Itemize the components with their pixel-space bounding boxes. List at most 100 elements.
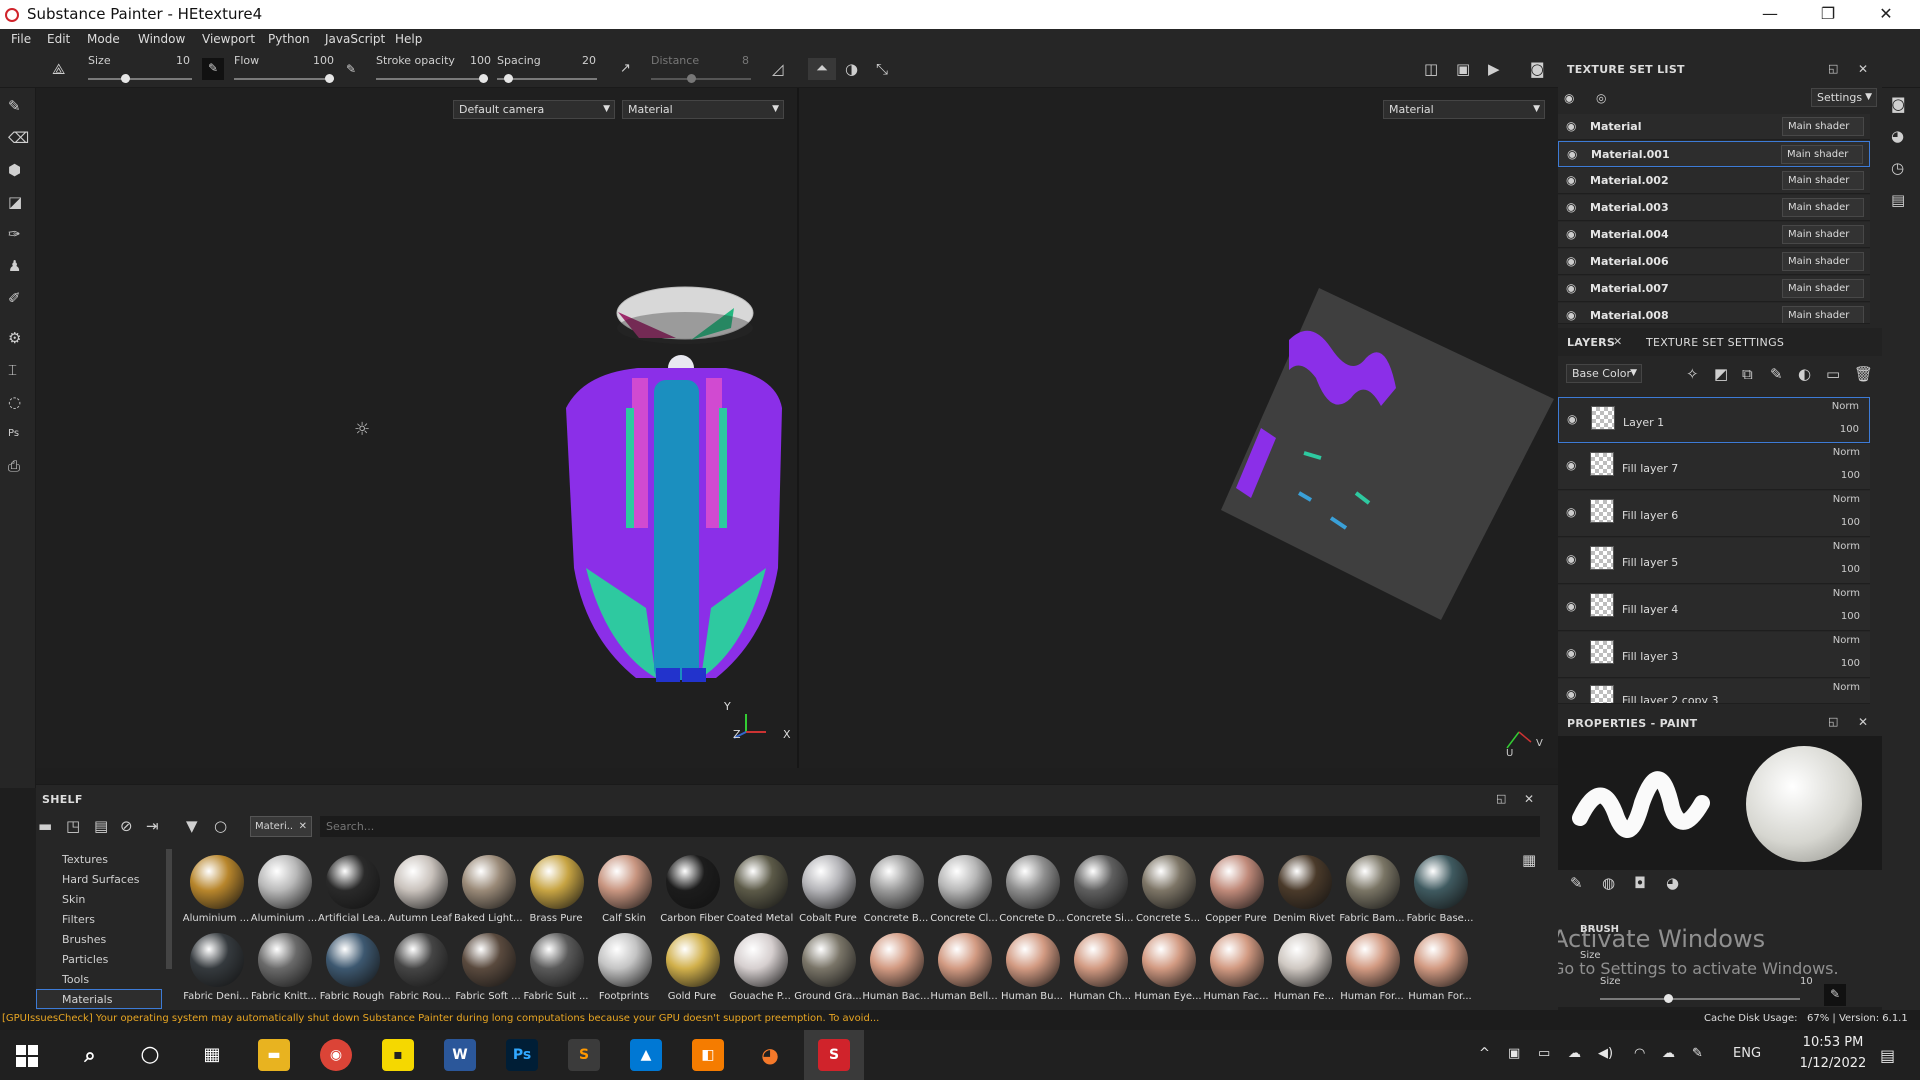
texture-set-row[interactable]: ◉ Material.004 Main shader xyxy=(1558,222,1870,248)
eye-icon[interactable]: ◉ xyxy=(1566,119,1576,133)
symmetry-icon[interactable]: ⟁ xyxy=(52,59,65,79)
menu-python[interactable]: Python xyxy=(268,32,310,46)
layer-opacity[interactable]: 100 xyxy=(1841,611,1860,622)
close-panel-icon[interactable]: ✕ xyxy=(1858,712,1868,732)
material-swatch[interactable]: Human Bell... xyxy=(930,933,998,1005)
layer-opacity[interactable]: 100 xyxy=(1841,658,1860,669)
eye-icon[interactable]: ◉ xyxy=(1566,173,1576,187)
close-panel-icon[interactable]: ✕ xyxy=(1858,59,1868,79)
float-panel-icon[interactable]: ◱ xyxy=(1496,789,1506,809)
close-tab-icon[interactable]: ✕ xyxy=(1613,332,1622,352)
photos-icon[interactable]: ▲ xyxy=(630,1039,662,1071)
flow-slider[interactable] xyxy=(234,74,334,83)
material-swatch[interactable]: Baked Light... xyxy=(454,855,522,927)
camera-select[interactable]: Default camera ▼ xyxy=(453,100,615,119)
distance-value[interactable]: 8 xyxy=(742,54,749,67)
shader-select[interactable]: Main shader xyxy=(1782,252,1864,271)
shader-select[interactable]: Main shader xyxy=(1782,171,1864,190)
task-view-icon[interactable]: ▦ xyxy=(196,1039,228,1071)
blend-mode-select[interactable]: Norm xyxy=(1833,494,1860,505)
left-mode-select[interactable]: Material ▼ xyxy=(622,100,784,119)
layer-opacity[interactable]: 100 xyxy=(1840,424,1859,435)
texture-set-row[interactable]: ◉ Material Main shader xyxy=(1558,114,1870,140)
material-tab-icon[interactable]: ◕ xyxy=(1666,873,1679,893)
filter-icon[interactable]: ▼ xyxy=(186,816,198,836)
float-panel-icon[interactable]: ◱ xyxy=(1828,712,1838,732)
word-icon[interactable]: W xyxy=(444,1039,476,1071)
3d-model[interactable] xyxy=(526,268,826,718)
eye-icon[interactable]: ◉ xyxy=(1566,458,1576,472)
texture-set-row[interactable]: ◉ Material.007 Main shader xyxy=(1558,276,1870,302)
material-swatch[interactable]: Fabric Deni... xyxy=(183,933,249,1005)
layer-row[interactable]: ◉ Fill layer 7 Norm 100 xyxy=(1558,444,1870,490)
eye-icon[interactable]: ◉ xyxy=(1566,200,1576,214)
blender-icon[interactable]: ◕ xyxy=(754,1039,786,1071)
category-materials[interactable]: Materials xyxy=(36,989,162,1009)
material-swatch[interactable]: Cobalt Pure xyxy=(798,855,858,927)
add-mask-icon[interactable]: ◩ xyxy=(1714,364,1728,384)
import-icon[interactable]: ▤ xyxy=(94,816,108,836)
new-folder-icon[interactable]: ◳ xyxy=(66,816,80,836)
material-swatch[interactable]: Concrete Si... xyxy=(1067,855,1133,927)
eye-icon[interactable]: ◉ xyxy=(1567,147,1577,161)
pen-pressure-flow-icon[interactable]: ✎ xyxy=(346,59,356,79)
stroke-opacity-slider[interactable] xyxy=(376,74,488,83)
material-swatch[interactable]: Artificial Lea... xyxy=(318,855,386,927)
camera-icon[interactable]: ▶ xyxy=(1488,59,1500,79)
properties-size-knob[interactable] xyxy=(1664,994,1673,1003)
light-icon[interactable]: ☼ xyxy=(354,419,370,440)
clock-time[interactable]: 10:53 PM xyxy=(1793,1035,1873,1050)
spacing-slider[interactable] xyxy=(497,74,597,83)
close-panel-icon[interactable]: ✕ xyxy=(1524,789,1534,809)
lazy-mouse-icon[interactable]: ↗ xyxy=(620,59,631,79)
material-swatch[interactable]: Carbon Fiber xyxy=(660,855,724,927)
eye-outline-icon[interactable]: ◎ xyxy=(1596,88,1606,108)
category-particles[interactable]: Particles xyxy=(62,953,108,966)
material-swatch[interactable]: Aluminium ... xyxy=(183,855,249,927)
material-swatch[interactable]: Human Bu... xyxy=(1001,933,1063,1005)
eye-icon[interactable]: ◉ xyxy=(1566,646,1576,660)
stencil-tab-icon[interactable]: ◘ xyxy=(1634,873,1646,893)
texture-set-row[interactable]: ◉ Material.002 Main shader xyxy=(1558,168,1870,194)
eye-icon[interactable]: ◉ xyxy=(1566,599,1576,613)
chrome-icon[interactable]: ◉ xyxy=(320,1039,352,1071)
material-swatch[interactable]: Concrete S... xyxy=(1136,855,1200,927)
projection-icon[interactable]: ⬢ xyxy=(8,160,21,180)
blend-mode-select[interactable]: Norm xyxy=(1833,447,1860,458)
material-swatch[interactable]: Fabric Rou... xyxy=(389,933,451,1005)
material-swatch[interactable]: Ground Gra... xyxy=(794,933,862,1005)
menu-viewport[interactable]: Viewport xyxy=(202,32,255,46)
material-swatch[interactable]: Fabric Base... xyxy=(1407,855,1473,927)
remove-filter-icon[interactable]: ✕ xyxy=(299,817,307,836)
add-fill-layer-icon[interactable]: ⧉ xyxy=(1742,364,1753,384)
pdf-icon[interactable]: ◧ xyxy=(692,1039,724,1071)
view-mode-icon[interactable]: ◑ xyxy=(845,59,858,79)
split-view-icon[interactable]: ◫ xyxy=(1424,59,1438,79)
layer-row[interactable]: ◉ Fill layer 5 Norm 100 xyxy=(1558,538,1870,584)
size-slider-knob[interactable] xyxy=(121,74,130,83)
shader-select[interactable]: Main shader xyxy=(1782,279,1864,298)
hide-icon[interactable]: ⊘ xyxy=(120,816,133,836)
viewport-divider[interactable] xyxy=(797,88,799,768)
properties-size-slider[interactable] xyxy=(1600,994,1800,1003)
material-swatch[interactable]: Concrete Cl... xyxy=(930,855,998,927)
layer-row[interactable]: ◉ Fill layer 4 Norm 100 xyxy=(1558,585,1870,631)
menu-edit[interactable]: Edit xyxy=(47,32,70,46)
layer-opacity[interactable]: 100 xyxy=(1841,470,1860,481)
layer-row[interactable]: ◉ Fill layer 3 Norm 100 xyxy=(1558,632,1870,678)
wifi-icon[interactable]: ◠ xyxy=(1634,1046,1645,1061)
eraser-icon[interactable]: ⌫ xyxy=(8,128,29,148)
add-effect-icon[interactable]: ✧ xyxy=(1686,364,1699,384)
blend-mode-select[interactable]: Norm xyxy=(1833,588,1860,599)
texture-set-row[interactable]: ◉ Material.006 Main shader xyxy=(1558,249,1870,275)
properties-size-value[interactable]: 10 xyxy=(1800,976,1813,987)
eye-icon[interactable]: ◉ xyxy=(1566,254,1576,268)
history-icon[interactable]: ◷ xyxy=(1891,158,1904,178)
language-indicator[interactable]: ENG xyxy=(1733,1046,1761,1061)
material-swatch[interactable]: Human Bac... xyxy=(862,933,930,1005)
eye-icon[interactable]: ◉ xyxy=(1567,412,1577,426)
3d-view-icon[interactable]: ▣ xyxy=(1456,59,1470,79)
folder-icon[interactable]: ▬ xyxy=(38,816,52,836)
delete-layer-icon[interactable]: 🗑 xyxy=(1854,364,1873,384)
file-explorer-icon[interactable]: ▬ xyxy=(258,1039,290,1071)
